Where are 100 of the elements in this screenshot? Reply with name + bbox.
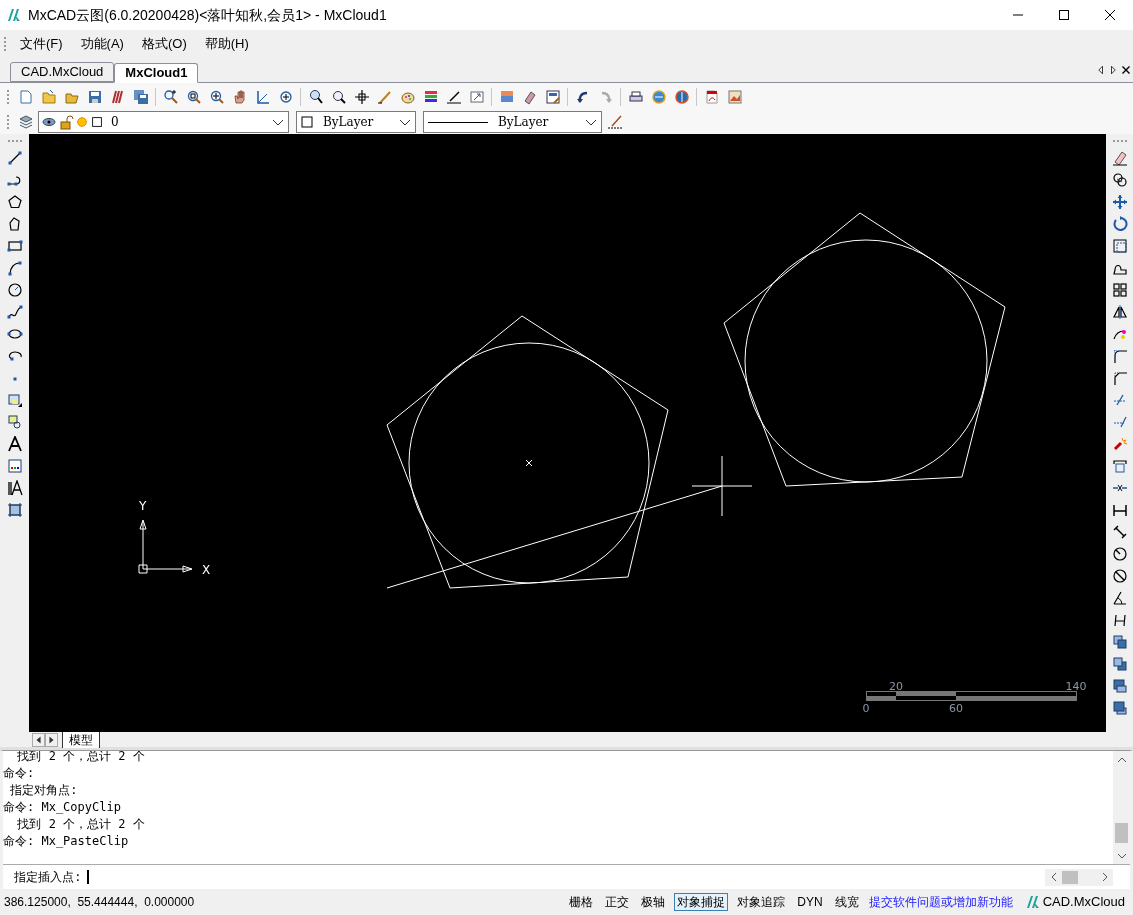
properties-icon[interactable]: [544, 88, 561, 105]
save-all-icon[interactable]: [132, 88, 149, 105]
status-toggle[interactable]: 线宽: [831, 893, 862, 911]
vertical-scrollbar[interactable]: [1113, 751, 1130, 864]
text-icon[interactable]: [6, 436, 23, 452]
scale-label: 60: [949, 702, 963, 715]
status-toggle[interactable]: 对象捕捉: [674, 893, 729, 911]
status-toggle[interactable]: 对象追踪: [734, 893, 789, 911]
ellipse-arc-icon[interactable]: [6, 348, 23, 364]
ellipse-icon[interactable]: [6, 326, 23, 342]
spline-icon[interactable]: [6, 304, 23, 320]
crosshair-icon[interactable]: [353, 88, 370, 105]
stretch-icon[interactable]: [1111, 458, 1128, 474]
rotate-icon[interactable]: [1111, 216, 1128, 232]
circle-shape[interactable]: [744, 239, 988, 483]
scrollbar-thumb[interactable]: [1115, 823, 1128, 843]
scale-label: 20: [889, 680, 903, 693]
pentagon-icon[interactable]: [6, 194, 23, 210]
image-icon[interactable]: [726, 88, 743, 105]
status-toggle[interactable]: 极轴: [638, 893, 669, 911]
scale-label: 0: [862, 702, 870, 715]
scroll-right-icon: [1101, 872, 1108, 882]
line-icon[interactable]: [6, 150, 23, 166]
line-sample: [428, 121, 488, 123]
move-icon[interactable]: [1111, 194, 1128, 210]
command-history-line: 命令: Mx_CopyClip: [3, 799, 122, 816]
status-toggle[interactable]: 正交: [602, 893, 633, 911]
array-icon[interactable]: [1111, 282, 1128, 298]
close-icon[interactable]: [1102, 7, 1118, 23]
drawing-canvas[interactable]: Y X 20 140 0 60: [29, 134, 1106, 732]
magnifier-icon[interactable]: [330, 88, 347, 105]
status-toggle[interactable]: DYN: [794, 893, 826, 911]
axes-icon[interactable]: [254, 88, 271, 105]
scroll-left-icon: [1050, 872, 1057, 882]
menu-item[interactable]: 功能(A): [71, 34, 133, 54]
zoom-previous-icon[interactable]: [277, 88, 294, 105]
pan-hand-icon[interactable]: [231, 88, 248, 105]
linetype-dropdown[interactable]: ByLayer: [423, 111, 602, 133]
circle-shape[interactable]: [408, 342, 650, 584]
copy-icon[interactable]: [1111, 172, 1128, 188]
continue-dimension-icon[interactable]: [1111, 612, 1128, 628]
aligned-dimension-icon[interactable]: [1111, 524, 1128, 540]
color-layers-icon[interactable]: [422, 88, 439, 105]
explode-icon[interactable]: [1111, 436, 1128, 452]
pentagon-shape[interactable]: [723, 212, 1006, 487]
printer-icon[interactable]: [627, 88, 644, 105]
overlapping-squares-icon[interactable]: [1111, 678, 1128, 694]
feedback-link[interactable]: 提交软件问题或增加新功能: [868, 893, 1013, 911]
brand-logo-icon: [1024, 894, 1041, 910]
open-folder-icon[interactable]: [40, 88, 57, 105]
radius-dimension-icon[interactable]: [1111, 546, 1128, 562]
stripes-icon[interactable]: [109, 88, 126, 105]
brush-icon[interactable]: [445, 88, 462, 105]
fillet-icon[interactable]: [1111, 348, 1128, 364]
multiline-text-icon[interactable]: [6, 480, 23, 496]
overlapping-squares-icon[interactable]: [1111, 700, 1128, 716]
zoom-window-icon[interactable]: [307, 88, 324, 105]
overlapping-squares-icon[interactable]: [1111, 634, 1128, 650]
color-square-icon: [90, 114, 104, 130]
command-history-line: 命令: Mx_PasteClip: [3, 833, 130, 850]
trim-icon[interactable]: [1111, 392, 1128, 408]
menu-item[interactable]: 帮助(H): [195, 34, 258, 54]
pentagon-shape[interactable]: [386, 315, 669, 589]
linear-dimension-icon[interactable]: [1111, 502, 1128, 518]
overlapping-squares-icon[interactable]: [1111, 656, 1128, 672]
chamfer-icon[interactable]: [1111, 370, 1128, 386]
command-input-field[interactable]: 指定插入点:: [3, 865, 1045, 889]
layers-icon[interactable]: [18, 114, 34, 130]
zoom-extents-icon[interactable]: [208, 88, 225, 105]
command-prompt: 指定插入点:: [13, 869, 82, 886]
extend-icon[interactable]: [1111, 414, 1128, 430]
zoom-in-icon[interactable]: [162, 88, 179, 105]
menu-item[interactable]: 格式(O): [132, 34, 196, 54]
diameter-dimension-icon[interactable]: [1111, 568, 1128, 584]
scroll-up-icon: [1116, 756, 1127, 763]
angular-dimension-icon[interactable]: [1111, 590, 1128, 606]
command-history-line: 指定对角点:: [9, 782, 79, 799]
circle-icon[interactable]: [6, 282, 23, 298]
arc-icon[interactable]: [6, 260, 23, 276]
menu-item[interactable]: 文件(F): [11, 34, 72, 54]
scrollbar-thumb[interactable]: [1062, 870, 1078, 884]
rectangle-icon[interactable]: [6, 238, 23, 254]
document-tab[interactable]: MxCloud1: [114, 63, 199, 83]
block-insert-icon[interactable]: [6, 392, 23, 408]
mirror-icon[interactable]: [1111, 304, 1128, 320]
block-icon[interactable]: [6, 414, 23, 430]
color-dropdown[interactable]: ByLayer: [296, 111, 416, 133]
pdf-icon[interactable]: [703, 88, 720, 105]
layer-dropdown[interactable]: 0: [38, 111, 289, 133]
maximize-icon[interactable]: [1056, 7, 1072, 23]
document-tab[interactable]: CAD.MxCloud: [10, 62, 115, 82]
scale-icon[interactable]: [1111, 238, 1128, 254]
save-icon[interactable]: [86, 88, 103, 105]
table-icon[interactable]: [6, 458, 23, 474]
horizontal-scrollbar[interactable]: [1045, 868, 1113, 886]
polygon-icon[interactable]: [6, 216, 23, 232]
status-toggle[interactable]: 栅格: [566, 893, 597, 911]
hatch-icon[interactable]: [6, 502, 23, 518]
zoom-icon[interactable]: [185, 88, 202, 105]
eraser-icon[interactable]: [1111, 150, 1128, 166]
